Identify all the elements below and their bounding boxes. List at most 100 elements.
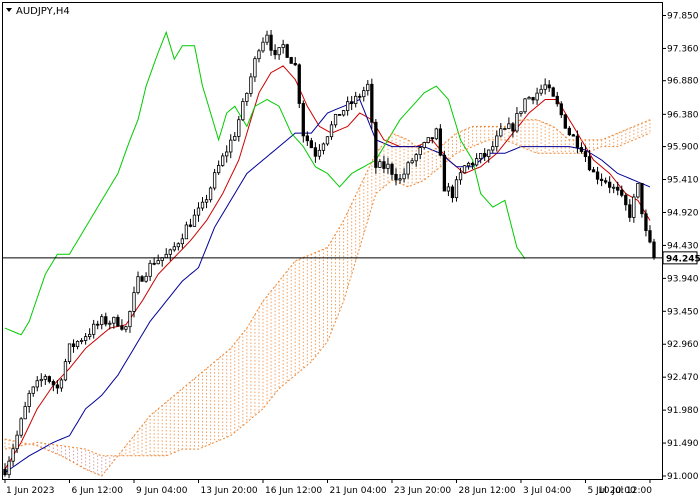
x-tick-label: 1 Jun 2023 (6, 486, 54, 496)
candle (551, 86, 555, 97)
y-tick-label: 91.980 (667, 406, 699, 416)
candle-body-bull (499, 128, 503, 137)
candle-body-bull (124, 326, 128, 330)
candle-body-bear (358, 95, 362, 98)
candle-body-bull (7, 460, 11, 476)
candle-body-bull (23, 406, 27, 420)
candle (374, 119, 378, 174)
candle-body-bull (128, 311, 132, 328)
candle-body-bear (3, 468, 7, 476)
candle-body-bull (462, 165, 467, 174)
candle-body-bull (43, 376, 47, 380)
candle-body-bull (366, 83, 370, 92)
x-tick-label: 28 Jun 12:00 (458, 486, 515, 496)
candle-body-bull (507, 123, 511, 129)
candle (325, 136, 330, 146)
x-tick-label: 13 Jun 20:00 (200, 486, 257, 496)
candle-body-bear (591, 169, 596, 173)
candle-body-bull (527, 97, 531, 100)
candle-body-bull (539, 88, 543, 94)
y-tick-label: 94.430 (667, 241, 699, 251)
candle-body-bear (120, 325, 124, 330)
candle-body-bull (277, 47, 281, 56)
candle-body-bear (382, 161, 386, 169)
candle-body-bull (474, 158, 479, 166)
candle-body-bear (450, 186, 455, 199)
candle-body-bear (390, 163, 394, 175)
candle-body-bull (208, 187, 213, 201)
candle-body-bear (285, 44, 289, 58)
candle-body-bull (67, 343, 72, 363)
candle-body-bull (454, 179, 459, 199)
candle-body-bull (63, 361, 68, 381)
candle-body-bear (442, 154, 447, 192)
candle-body-bull (345, 101, 350, 111)
candle (19, 417, 23, 438)
y-tick-label: 93.450 (667, 307, 699, 317)
candle-body-bear (583, 151, 588, 158)
candle-body-bull (491, 146, 495, 151)
candle-body-bear (531, 97, 535, 101)
candle-body-bull (35, 380, 39, 388)
candle-body-bull (39, 378, 43, 382)
candle-body-bear (51, 381, 56, 386)
candle-body-bear (269, 34, 273, 51)
candle-body-bull (458, 172, 463, 181)
candle-body-bear (273, 49, 277, 56)
y-tick-label: 97.360 (667, 44, 699, 54)
candle-body-bull (535, 92, 539, 101)
candle-body-bull (233, 135, 237, 141)
candle-body-bull (466, 162, 471, 167)
candle-body-bull (317, 149, 322, 157)
candle-body-bull (200, 201, 205, 209)
candle-body-bull (136, 276, 140, 293)
y-tick-label: 93.940 (667, 274, 699, 284)
candle-body-bull (418, 147, 422, 155)
x-tick-label: 9 Jun 04:00 (136, 486, 188, 496)
candle-body-bull (83, 336, 88, 341)
candle (640, 182, 644, 218)
candle-body-bear (350, 101, 354, 104)
candle-body-bull (196, 207, 201, 216)
candle-body-bull (378, 161, 382, 168)
candle-body-bull (515, 113, 519, 132)
candle-body-bull (79, 340, 84, 342)
candle-body-bull (519, 111, 523, 114)
candle-body-bear (104, 316, 108, 325)
candle-body-bull (422, 142, 426, 149)
candle-body-bull (27, 392, 31, 407)
candle-body-bull (156, 260, 160, 265)
candle-body-bear (470, 162, 475, 166)
chart-title: AUDJPY,H4 (6, 6, 70, 17)
candle-body-bear (551, 87, 555, 97)
candle (249, 73, 253, 97)
candle-body-bear (140, 276, 144, 282)
candle-body-bear (293, 63, 297, 66)
candle-body-bull (164, 253, 168, 259)
candle-body-bull (249, 76, 253, 94)
candle-body-bear (71, 343, 76, 347)
candle (462, 165, 467, 174)
candle-body-bull (402, 173, 406, 180)
candle-body-bull (31, 386, 35, 394)
candle-body-bull (245, 92, 249, 102)
candle (652, 238, 656, 260)
candle-body-bull (406, 162, 410, 175)
candle-body-bull (108, 322, 112, 325)
candle-body-bear (616, 186, 620, 191)
y-tick-label: 92.470 (667, 373, 699, 383)
candle-body-bear (305, 135, 309, 142)
candle-body-bear (301, 103, 305, 137)
current-price-label: 94.245 (666, 254, 700, 264)
candle-body-bull (495, 135, 499, 147)
candle (454, 176, 459, 202)
candle-body-bull (479, 153, 483, 160)
y-axis: 97.850 97.360 96.880 96.380 95.900 95.410 94.9… (662, 12, 700, 482)
candle-body-bull (446, 186, 451, 192)
candle-body-bear (620, 189, 624, 196)
candle-body-bull (100, 316, 104, 325)
candle-body-bull (341, 110, 346, 116)
candle-body-bull (281, 44, 285, 48)
candle (285, 43, 289, 58)
candle-body-bull (88, 333, 92, 338)
